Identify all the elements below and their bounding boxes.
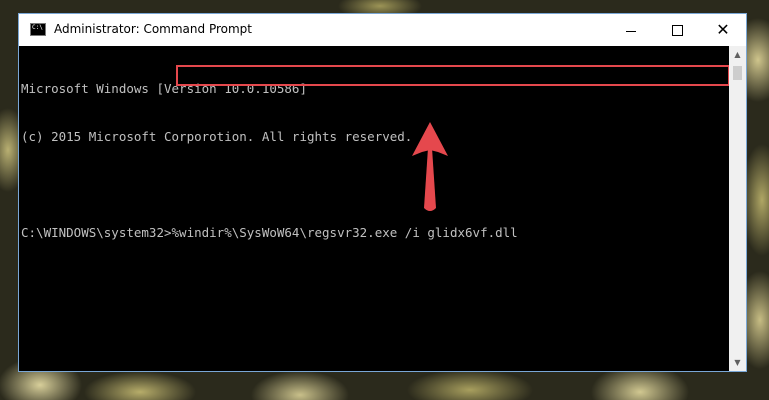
command-highlight-box [176, 65, 730, 86]
vertical-scrollbar[interactable]: ▲ ▼ [729, 46, 746, 371]
minimize-icon [626, 30, 636, 32]
arrow-shaft [424, 148, 436, 211]
close-icon: ✕ [716, 20, 730, 39]
maximize-button[interactable] [654, 14, 700, 46]
minimize-button[interactable] [608, 14, 654, 46]
close-button[interactable]: ✕ [700, 14, 746, 46]
scrollbar-thumb[interactable] [733, 66, 742, 80]
title-bar[interactable]: C:\ Administrator: Command Prompt ✕ [19, 14, 746, 46]
maximize-icon [671, 24, 683, 36]
command-prompt-icon[interactable]: C:\ [30, 23, 46, 36]
scroll-up-icon[interactable]: ▲ [729, 46, 746, 63]
command-prompt-window[interactable]: C:\ Administrator: Command Prompt ✕ Micr… [18, 13, 747, 372]
command-prompt-icon-text: C:\ [32, 24, 43, 31]
console-line-copyright: (c) 2015 Microsoft Corporotion. All righ… [21, 129, 413, 144]
window-title: Administrator: Command Prompt [54, 22, 252, 36]
console-output[interactable]: Microsoft Windows [Version 10.0.10586] (… [19, 46, 729, 371]
up-arrow-icon [412, 122, 448, 211]
console-command-line[interactable]: C:\WINDOWS\system32>%windir%\SysWoW64\re… [21, 225, 729, 241]
scroll-down-icon[interactable]: ▼ [729, 354, 746, 371]
